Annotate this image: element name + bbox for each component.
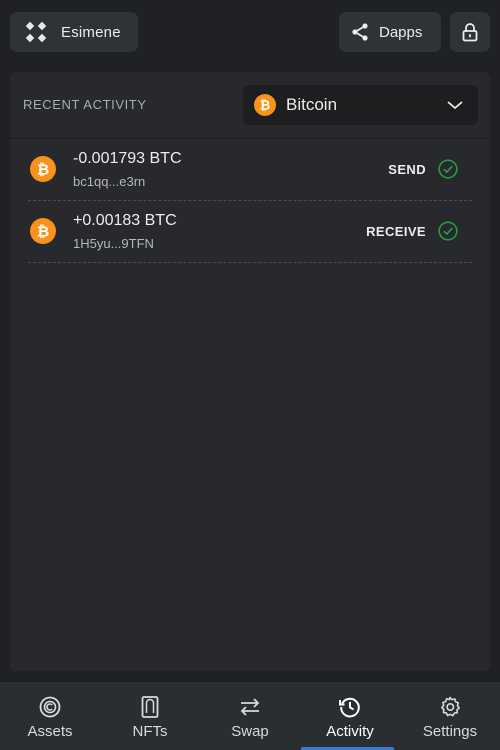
recent-activity-title: RECENT ACTIVITY	[23, 97, 147, 112]
dapps-button[interactable]: Dapps	[339, 12, 441, 52]
transaction-address: 1H5yu...9TFN	[73, 236, 154, 251]
transaction-type: SEND	[388, 162, 426, 177]
account-name: Esimene	[61, 23, 121, 41]
transaction-list: ₿ -0.001793 BTC bc1qq...e3rn SEND ₿ +0.0…	[10, 139, 490, 263]
transaction-row[interactable]: ₿ -0.001793 BTC bc1qq...e3rn SEND	[28, 139, 472, 201]
transaction-address: bc1qq...e3rn	[73, 174, 146, 189]
nav-item-swap[interactable]: Swap	[200, 682, 300, 750]
transaction-amount: +0.00183 BTC	[73, 212, 177, 229]
nav-item-nfts[interactable]: NFTs	[100, 682, 200, 750]
nav-item-settings[interactable]: Settings	[400, 682, 500, 750]
assets-icon	[39, 696, 61, 718]
svg-text:₿: ₿	[37, 160, 49, 178]
nav-label-assets: Assets	[27, 723, 73, 740]
activity-icon	[339, 697, 360, 718]
transaction-amount: -0.001793 BTC	[73, 150, 182, 167]
check-circle-icon	[438, 221, 458, 241]
nft-icon	[141, 696, 159, 718]
nav-item-assets[interactable]: Assets	[0, 682, 100, 750]
chevron-down-icon	[447, 101, 463, 110]
nav-label-swap: Swap	[231, 723, 269, 740]
lock-icon	[462, 23, 478, 42]
nav-label-nfts: NFTs	[132, 723, 168, 740]
lock-button[interactable]	[450, 12, 490, 52]
nav-item-activity[interactable]: Activity	[300, 682, 400, 750]
check-circle-icon	[438, 159, 458, 179]
top-bar: Esimene Dapps	[0, 0, 500, 64]
transaction-row[interactable]: ₿ +0.00183 BTC 1H5yu...9TFN RECEIVE	[28, 201, 472, 263]
activity-panel: RECENT ACTIVITY ₿ Bitcoin ₿ -0.001793 BT…	[10, 72, 490, 671]
selected-coin-label: Bitcoin	[286, 95, 338, 114]
swap-icon	[240, 698, 260, 716]
bitcoin-icon: ₿	[254, 94, 276, 116]
bottom-navigation: Assets NFTs Swap Activity Settings	[0, 681, 500, 750]
bitcoin-icon: ₿	[30, 218, 56, 244]
coin-selector-dropdown[interactable]: ₿ Bitcoin	[243, 85, 478, 125]
svg-text:₿: ₿	[37, 222, 49, 240]
settings-icon	[441, 696, 460, 717]
activity-header: RECENT ACTIVITY ₿ Bitcoin	[10, 72, 490, 138]
share-icon	[352, 23, 368, 41]
nav-label-activity: Activity	[326, 723, 374, 740]
dapps-label: Dapps	[379, 23, 423, 41]
bitcoin-icon: ₿	[30, 156, 56, 182]
account-switcher-button[interactable]: Esimene	[10, 12, 138, 52]
wallet-logo-icon	[25, 21, 47, 43]
nav-label-settings: Settings	[422, 723, 478, 740]
transaction-type: RECEIVE	[366, 224, 426, 239]
svg-text:₿: ₿	[260, 99, 270, 114]
